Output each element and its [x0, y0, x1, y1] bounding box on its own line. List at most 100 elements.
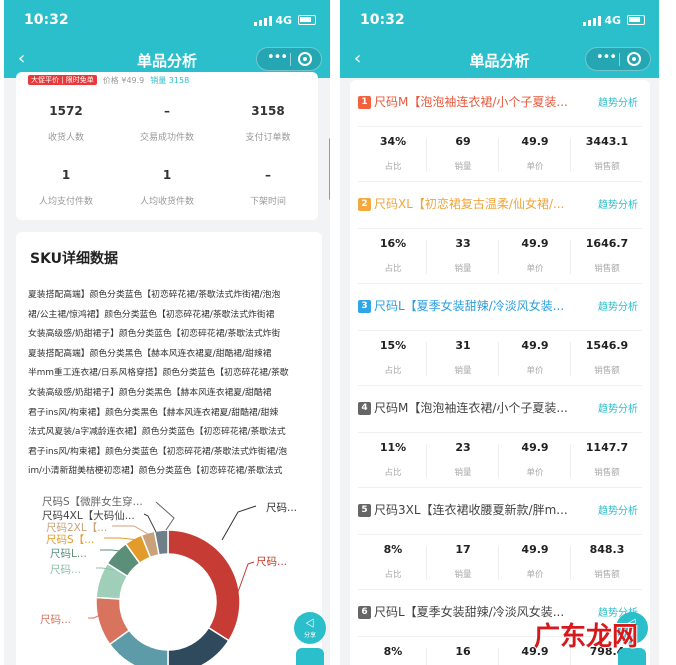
- metric-value: 33: [455, 237, 471, 250]
- metric-cell: 49.9 单价: [500, 237, 570, 274]
- label-leader-line: [221, 505, 257, 541]
- metric-value: 16%: [379, 237, 407, 250]
- metric-cell: 49.9 单价: [500, 543, 570, 580]
- label-leader-line: [112, 525, 149, 535]
- list-item[interactable]: 3 尺码L【夏季女装甜辣/冷淡风女装... 趋势分析 15% 占比 31 销量 49.9 单价 1…: [350, 284, 650, 386]
- network-label: 4G: [604, 14, 621, 27]
- share-button[interactable]: ⨞ 分享: [294, 612, 326, 644]
- stat-value: –: [164, 104, 170, 118]
- label-leader-line: [143, 513, 157, 533]
- metric-cell: 16销量: [428, 645, 498, 665]
- stat-value: 3158: [251, 104, 285, 118]
- trend-analysis-link[interactable]: 趋势分析: [598, 400, 638, 415]
- signal-icon: [254, 16, 272, 26]
- trend-analysis-link[interactable]: 趋势分析: [598, 196, 638, 211]
- divider: [426, 240, 427, 274]
- metric-value: 69: [455, 135, 471, 148]
- pie-label: 尺码...: [266, 502, 298, 514]
- metric-label: 单价: [526, 570, 544, 580]
- trend-analysis-link[interactable]: 趋势分析: [598, 502, 638, 517]
- metric-cell: 33 销量: [428, 237, 498, 274]
- metric-cell: 848.3 销售额: [572, 543, 642, 580]
- sku-line: im/小清新甜美桔梗初恋裙】颜色分类蓝色【初恋碎花裙/茶歇法式: [28, 466, 283, 477]
- stat-label: 人均支付件数: [38, 197, 93, 207]
- stat-paid-orders: 3158 支付订单数: [218, 104, 318, 143]
- left-phone-screen: 10:32 4G ‹ 单品分析 ••• 大促平价 | 限时免单 价格 ¥49.9…: [4, 0, 330, 665]
- item-name: 尺码M【泡泡袖连衣裙/小个子夏装...: [374, 401, 568, 415]
- list-item[interactable]: 2 尺码XL【初恋裙复古温柔/仙女裙/... 趋势分析 16% 占比 33 销量 49.9 单价…: [350, 182, 650, 284]
- item-name: 尺码3XL【连衣裙收腰夏新款/胖m...: [374, 503, 568, 517]
- divider: [570, 546, 571, 580]
- stat-success-items: – 交易成功件数: [117, 104, 217, 143]
- metric-label: 销售额: [594, 468, 620, 478]
- stat-delist-time: – 下架时间: [218, 168, 318, 207]
- divider: [426, 138, 427, 172]
- divider: [570, 444, 571, 478]
- divider: [498, 240, 499, 274]
- divider: [498, 546, 499, 580]
- divider: [498, 444, 499, 478]
- metric-value: 848.3: [589, 543, 625, 556]
- metric-value: 8%: [383, 645, 403, 658]
- metric-value: 49.9: [521, 237, 549, 250]
- stat-label: 交易成功件数: [139, 133, 194, 143]
- signal-icon: [583, 16, 601, 26]
- status-time: 10:32: [24, 12, 69, 28]
- metric-label: 销量: [454, 162, 472, 172]
- stat-avg-received-items: 1 人均收货件数: [117, 168, 217, 207]
- product-summary-peek: 大促平价 | 限时免单 价格 ¥49.9 销量 3158: [28, 74, 189, 86]
- capsule-divider: [619, 53, 620, 66]
- sku-line: 法式风夏装/a字减龄连衣裙】颜色分类蓝色【初恋碎花裙/茶歇法式: [28, 427, 286, 438]
- metric-cell: 49.9 单价: [500, 135, 570, 172]
- metric-value: 15%: [379, 339, 407, 352]
- donut-slice[interactable]: [167, 529, 241, 642]
- metric-cell: 1546.9 销售额: [572, 339, 642, 376]
- rank-badge: 6: [358, 606, 371, 619]
- divider: [358, 534, 642, 535]
- metric-cell: 3443.1 销售额: [572, 135, 642, 172]
- divider: [498, 138, 499, 172]
- stat-value: –: [265, 168, 271, 182]
- capsule-divider: [290, 53, 291, 66]
- sku-line: 半mm重工连衣裙/日系风格穿搭】颜色分类蓝色【初恋碎花裙/茶歇: [28, 368, 289, 379]
- status-bar: 10:32 4G: [340, 0, 659, 40]
- metric-label: 单价: [526, 162, 544, 172]
- divider: [358, 330, 642, 331]
- share-icon: ⨞: [305, 617, 315, 630]
- pie-label: 尺码L...: [50, 548, 87, 560]
- divider: [426, 648, 427, 665]
- more-icon[interactable]: •••: [596, 50, 617, 65]
- sku-line: 裙/公主裙/惊鸿裙】颜色分类蓝色【初恋碎花裙/茶歇法式炸街裙: [28, 309, 275, 320]
- divider: [426, 546, 427, 580]
- sku-line: 君子ins风/构束裙】颜色分类蓝色【初恋碎花裙/茶歇法式炸街裙/泡: [28, 446, 288, 457]
- sku-section-title: SKU详细数据: [30, 251, 119, 267]
- sku-text-list: 夏装搭配高端】颜色分类蓝色【初恋碎花裙/茶歇法式炸街裙/泡泡 裙/公主裙/惊鸿裙…: [28, 286, 320, 482]
- list-item[interactable]: 1 尺码M【泡泡袖连衣裙/小个子夏装... 趋势分析 34% 占比 69 销量 49.9 单价 3…: [350, 80, 650, 182]
- floating-action-button[interactable]: [296, 648, 324, 665]
- rank-badge: 4: [358, 402, 371, 415]
- divider: [426, 444, 427, 478]
- price-text: 价格 ¥49.9: [102, 75, 145, 85]
- metric-cell: 69 销量: [428, 135, 498, 172]
- trend-analysis-link[interactable]: 趋势分析: [598, 94, 638, 109]
- list-item[interactable]: 4 尺码M【泡泡袖连衣裙/小个子夏装... 趋势分析 11% 占比 23 销量 49.9 单价 1…: [350, 386, 650, 488]
- divider: [498, 648, 499, 665]
- metric-cell: 34% 占比: [358, 135, 428, 172]
- item-name: 尺码M【泡泡袖连衣裙/小个子夏装...: [374, 95, 568, 109]
- close-miniprogram-icon[interactable]: [627, 52, 641, 66]
- metric-label: 销量: [454, 264, 472, 274]
- metric-value: 49.9: [521, 339, 549, 352]
- right-phone-screen: 10:32 4G ‹ 单品分析 ••• 1 尺码M【泡泡袖连衣裙/小个子夏装...…: [340, 0, 659, 665]
- metric-cell: 11% 占比: [358, 441, 428, 478]
- more-icon[interactable]: •••: [267, 50, 288, 65]
- sales-text: 销量 3158: [150, 75, 190, 85]
- metric-label: 销量: [454, 570, 472, 580]
- close-miniprogram-icon[interactable]: [298, 52, 312, 66]
- metric-value: 8%: [383, 543, 403, 556]
- list-item[interactable]: 5 尺码3XL【连衣裙收腰夏新款/胖m... 趋势分析 8% 占比 17 销量 49.9 单价 8…: [350, 488, 650, 590]
- metric-label: 销售额: [594, 570, 620, 580]
- trend-analysis-link[interactable]: 趋势分析: [598, 298, 638, 313]
- scrollbar[interactable]: [329, 138, 330, 200]
- metric-value: 34%: [379, 135, 407, 148]
- metric-label: 单价: [526, 264, 544, 274]
